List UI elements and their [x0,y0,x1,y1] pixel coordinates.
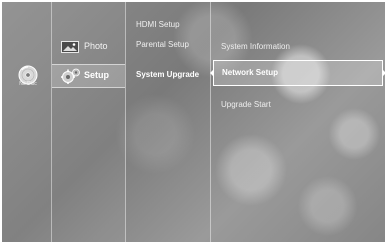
upgrade-item-upgrade-start[interactable]: Upgrade Start [221,100,271,109]
upgrade-menu-column: System Information Network Setup Upgrade… [210,2,385,242]
category-photo[interactable]: Photo [52,36,125,58]
category-column: Photo Setup [52,2,125,242]
upgrade-item-network-setup[interactable]: Network Setup [210,60,385,86]
tv-menu-screen: No Disc Photo Setup HDMI Setup Parental … [0,0,389,244]
category-label: Photo [84,41,108,51]
setup-menu-column: HDMI Setup Parental Setup System Upgrade [126,2,210,242]
category-setup[interactable]: Setup [52,64,125,88]
setup-item-hdmi[interactable]: HDMI Setup [136,20,180,29]
right-arrow-icon [383,70,385,76]
photo-icon [61,41,79,53]
left-arrow-icon [210,70,213,76]
disc-status-column: No Disc [2,2,51,242]
no-disc-label: No Disc [19,81,37,87]
setup-item-parental[interactable]: Parental Setup [136,40,189,49]
setup-item-system-upgrade[interactable]: System Upgrade [136,70,199,79]
menu-background: No Disc Photo Setup HDMI Setup Parental … [2,2,385,242]
network-setup-label: Network Setup [222,68,279,77]
category-label: Setup [84,70,110,80]
gear-icon [61,68,80,84]
upgrade-item-system-information[interactable]: System Information [221,42,290,51]
